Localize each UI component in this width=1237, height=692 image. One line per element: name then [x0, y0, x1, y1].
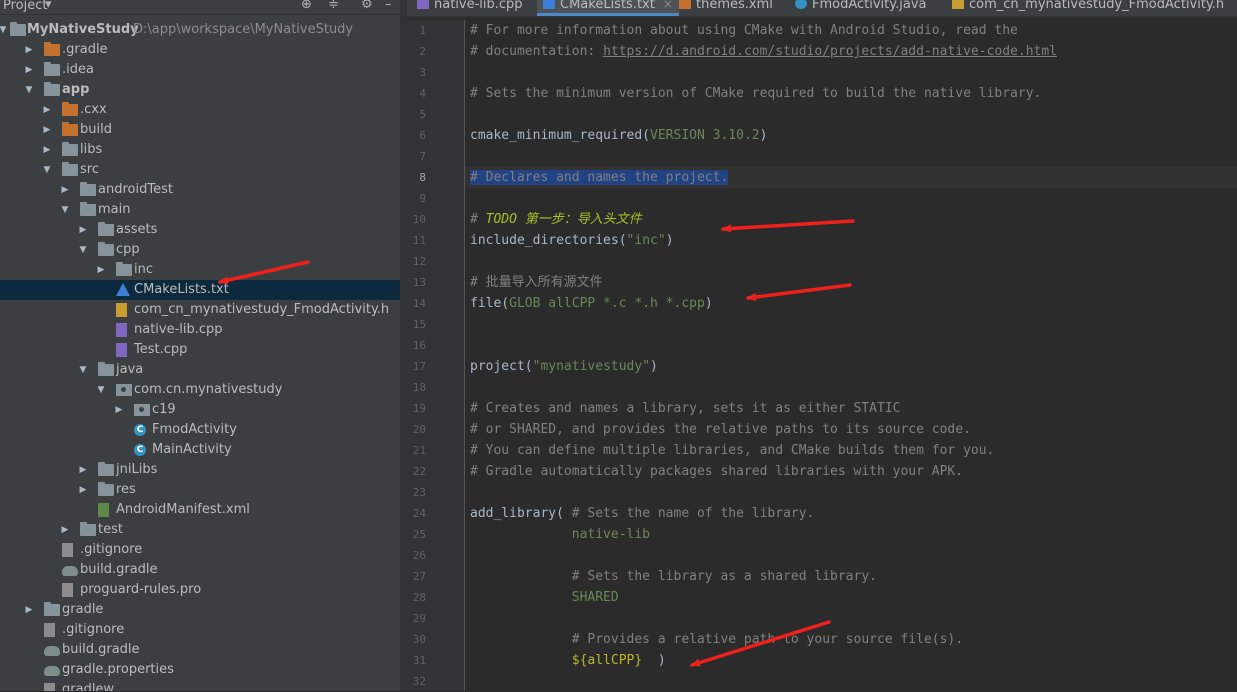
arrow-to-cmakelists: [218, 260, 310, 285]
arrow-to-file-glob: [746, 283, 852, 301]
arrow-to-include-directories: [721, 219, 855, 233]
arrow-to-allcpp: [690, 620, 831, 667]
annotation-arrow-tree: [218, 219, 855, 667]
annotation-arrows: [218, 219, 855, 667]
